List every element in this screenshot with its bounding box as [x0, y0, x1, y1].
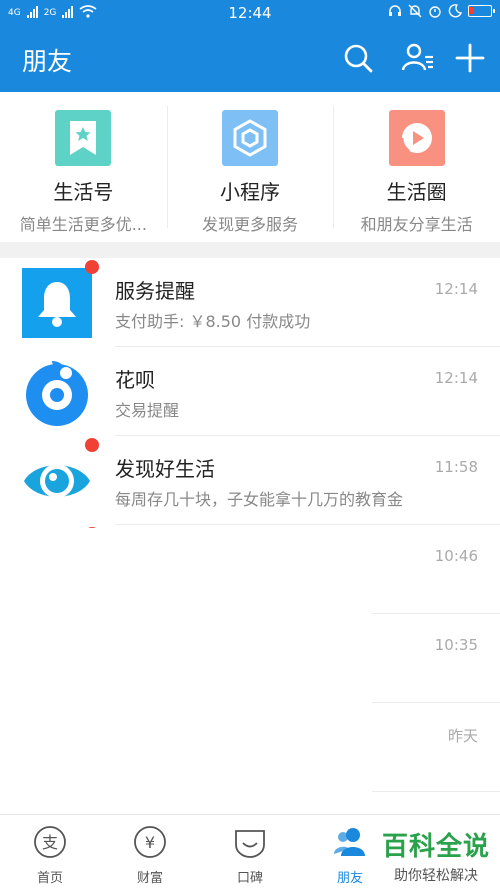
nav-home[interactable]: 支 首页: [0, 815, 100, 889]
add-button[interactable]: [452, 40, 488, 76]
plus-icon: [455, 43, 485, 73]
svg-text:支: 支: [42, 833, 58, 852]
koubei-icon: [235, 830, 265, 858]
tile-mini-program[interactable]: 小程序 发现更多服务: [166, 92, 334, 242]
item-subtitle: 每周存几十块，子女能拿十几万的教育金: [115, 490, 404, 509]
watermark-subtitle: 助你轻松解决: [394, 868, 478, 884]
mini-program-icon: [222, 110, 278, 166]
watermark: 百科全说 助你轻松解决: [372, 826, 500, 886]
item-time: 10:46: [434, 547, 478, 565]
header: 朋友: [0, 26, 500, 92]
eye-logo-icon: [22, 446, 92, 516]
unread-badge: [85, 260, 99, 274]
unread-badge: [85, 438, 99, 452]
wealth-icon: ¥: [134, 826, 166, 858]
tile-title: 小程序: [220, 180, 280, 204]
item-title: 花呗: [115, 368, 155, 392]
blank-overlay: [0, 528, 372, 814]
battery-icon: [468, 5, 495, 17]
item-time: 11:58: [434, 458, 478, 476]
bookmark-star-icon: [55, 110, 112, 166]
contacts-button[interactable]: [400, 40, 436, 76]
list-item-service-reminder[interactable]: 服务提醒 支付助手: ￥8.50 付款成功 12:14: [0, 258, 500, 347]
tile-life-circle[interactable]: 生活圈 和朋友分享生活: [333, 92, 500, 242]
bell-icon: [22, 268, 92, 338]
huabei-logo-icon: [22, 357, 92, 427]
item-subtitle: 支付助手: ￥8.50 付款成功: [115, 312, 311, 331]
moon-icon: [448, 4, 462, 18]
list-item-huabei[interactable]: 花呗 交易提醒 12:14: [0, 347, 500, 436]
quick-tiles: 生活号 简单生活更多优... 小程序 发现更多服务 生活圈 和朋友分享生活: [0, 92, 500, 242]
life-circle-icon: [388, 110, 445, 166]
tile-subtitle: 和朋友分享生活: [360, 215, 473, 234]
item-subtitle: 交易提醒: [115, 401, 180, 420]
item-time: 12:14: [434, 369, 478, 387]
tile-shenghuohao[interactable]: 生活号 简单生活更多优...: [0, 92, 167, 242]
search-button[interactable]: [340, 40, 376, 76]
mute-bell-icon: [408, 4, 422, 18]
status-right: [388, 4, 495, 18]
nav-wealth[interactable]: ¥ 财富: [100, 815, 200, 889]
item-time: 12:14: [434, 280, 478, 298]
tile-subtitle: 发现更多服务: [202, 215, 299, 234]
watermark-title: 百科全说: [381, 832, 490, 862]
friends-icon: [334, 828, 365, 856]
tile-title: 生活圈: [386, 180, 447, 204]
nav-label: 财富: [136, 871, 163, 886]
section-divider: [0, 242, 500, 258]
contacts-icon: [401, 43, 433, 71]
item-time: 10:35: [434, 636, 478, 654]
tile-subtitle: 简单生活更多优...: [19, 215, 147, 234]
home-icon: 支: [34, 826, 66, 858]
item-title: 服务提醒: [115, 279, 195, 303]
alarm-icon: [429, 6, 441, 18]
item-time: 昨天: [447, 727, 478, 745]
item-title: 发现好生活: [115, 457, 215, 481]
nav-label: 首页: [36, 871, 63, 886]
nav-koubei[interactable]: 口碑: [200, 815, 300, 889]
tile-title: 生活号: [53, 180, 114, 204]
list-item-discover-good-life[interactable]: 发现好生活 每周存几十块，子女能拿十几万的教育金 11:58: [0, 436, 500, 525]
page-title: 朋友: [22, 47, 73, 76]
headset-icon: [389, 5, 401, 16]
status-bar: 4G 2G 12:44: [0, 0, 500, 26]
nav-label: 口碑: [236, 871, 263, 886]
svg-text:¥: ¥: [145, 833, 155, 852]
search-icon: [344, 44, 373, 73]
